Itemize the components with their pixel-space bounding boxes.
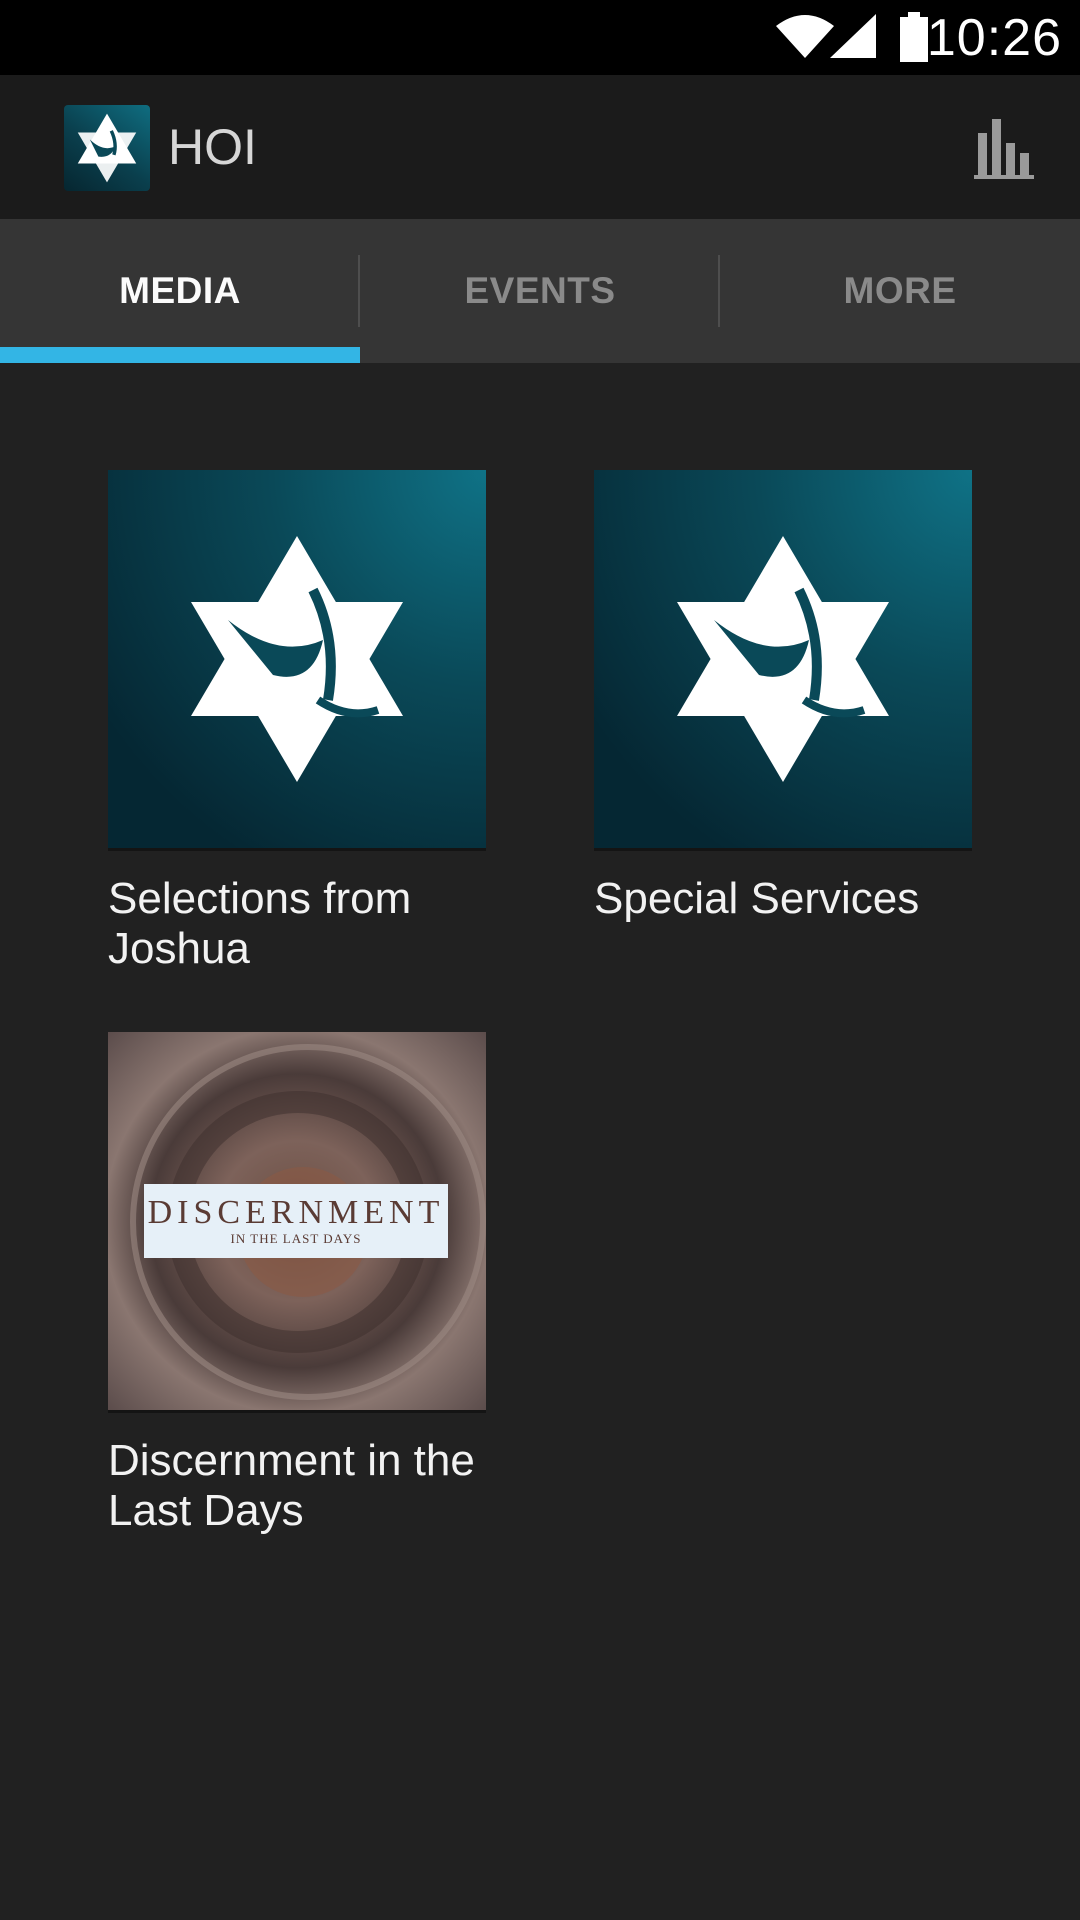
status-bar: 10:26	[0, 0, 1080, 75]
app-logo-icon[interactable]	[64, 105, 150, 191]
discernment-cover-label: DISCERNMENT IN THE LAST DAYS	[144, 1184, 448, 1258]
media-item-selections-from-joshua[interactable]: Selections from Joshua	[108, 470, 486, 974]
media-item-title: Special Services	[594, 874, 920, 923]
tab-divider	[718, 255, 720, 327]
media-item-title: Selections from Joshua	[108, 874, 412, 973]
tab-events[interactable]: EVENTS	[360, 219, 720, 363]
cell-signal-icon	[830, 14, 876, 58]
tab-more-label: MORE	[843, 270, 957, 311]
tab-bar: MEDIA EVENTS MORE	[0, 219, 1080, 363]
star-dove-logo-icon	[594, 470, 972, 848]
media-item-title: Discernment in the Last Days	[108, 1436, 475, 1535]
tab-media-label: MEDIA	[119, 270, 241, 311]
discernment-cover-image: DISCERNMENT IN THE LAST DAYS	[108, 1032, 486, 1410]
star-dove-logo-icon	[108, 470, 486, 848]
tab-more[interactable]: MORE	[720, 219, 1080, 363]
cover-subtitle-text: IN THE LAST DAYS	[230, 1231, 362, 1246]
tab-divider	[358, 255, 360, 327]
action-bar: HOI	[0, 75, 1080, 219]
battery-icon	[900, 12, 928, 62]
status-time: 10:26	[926, 9, 1062, 67]
wifi-icon	[776, 15, 834, 58]
media-item-special-services[interactable]: Special Services	[594, 470, 972, 924]
media-item-discernment-in-the-last-days[interactable]: DISCERNMENT IN THE LAST DAYS Discernment…	[108, 1032, 486, 1536]
tab-events-label: EVENTS	[464, 270, 616, 311]
tab-selected-indicator	[0, 347, 360, 363]
app-title: HOI	[168, 119, 257, 175]
bar-chart-icon[interactable]	[970, 113, 1040, 183]
tab-media[interactable]: MEDIA	[0, 219, 360, 363]
cover-title-text: DISCERNMENT	[147, 1194, 445, 1231]
